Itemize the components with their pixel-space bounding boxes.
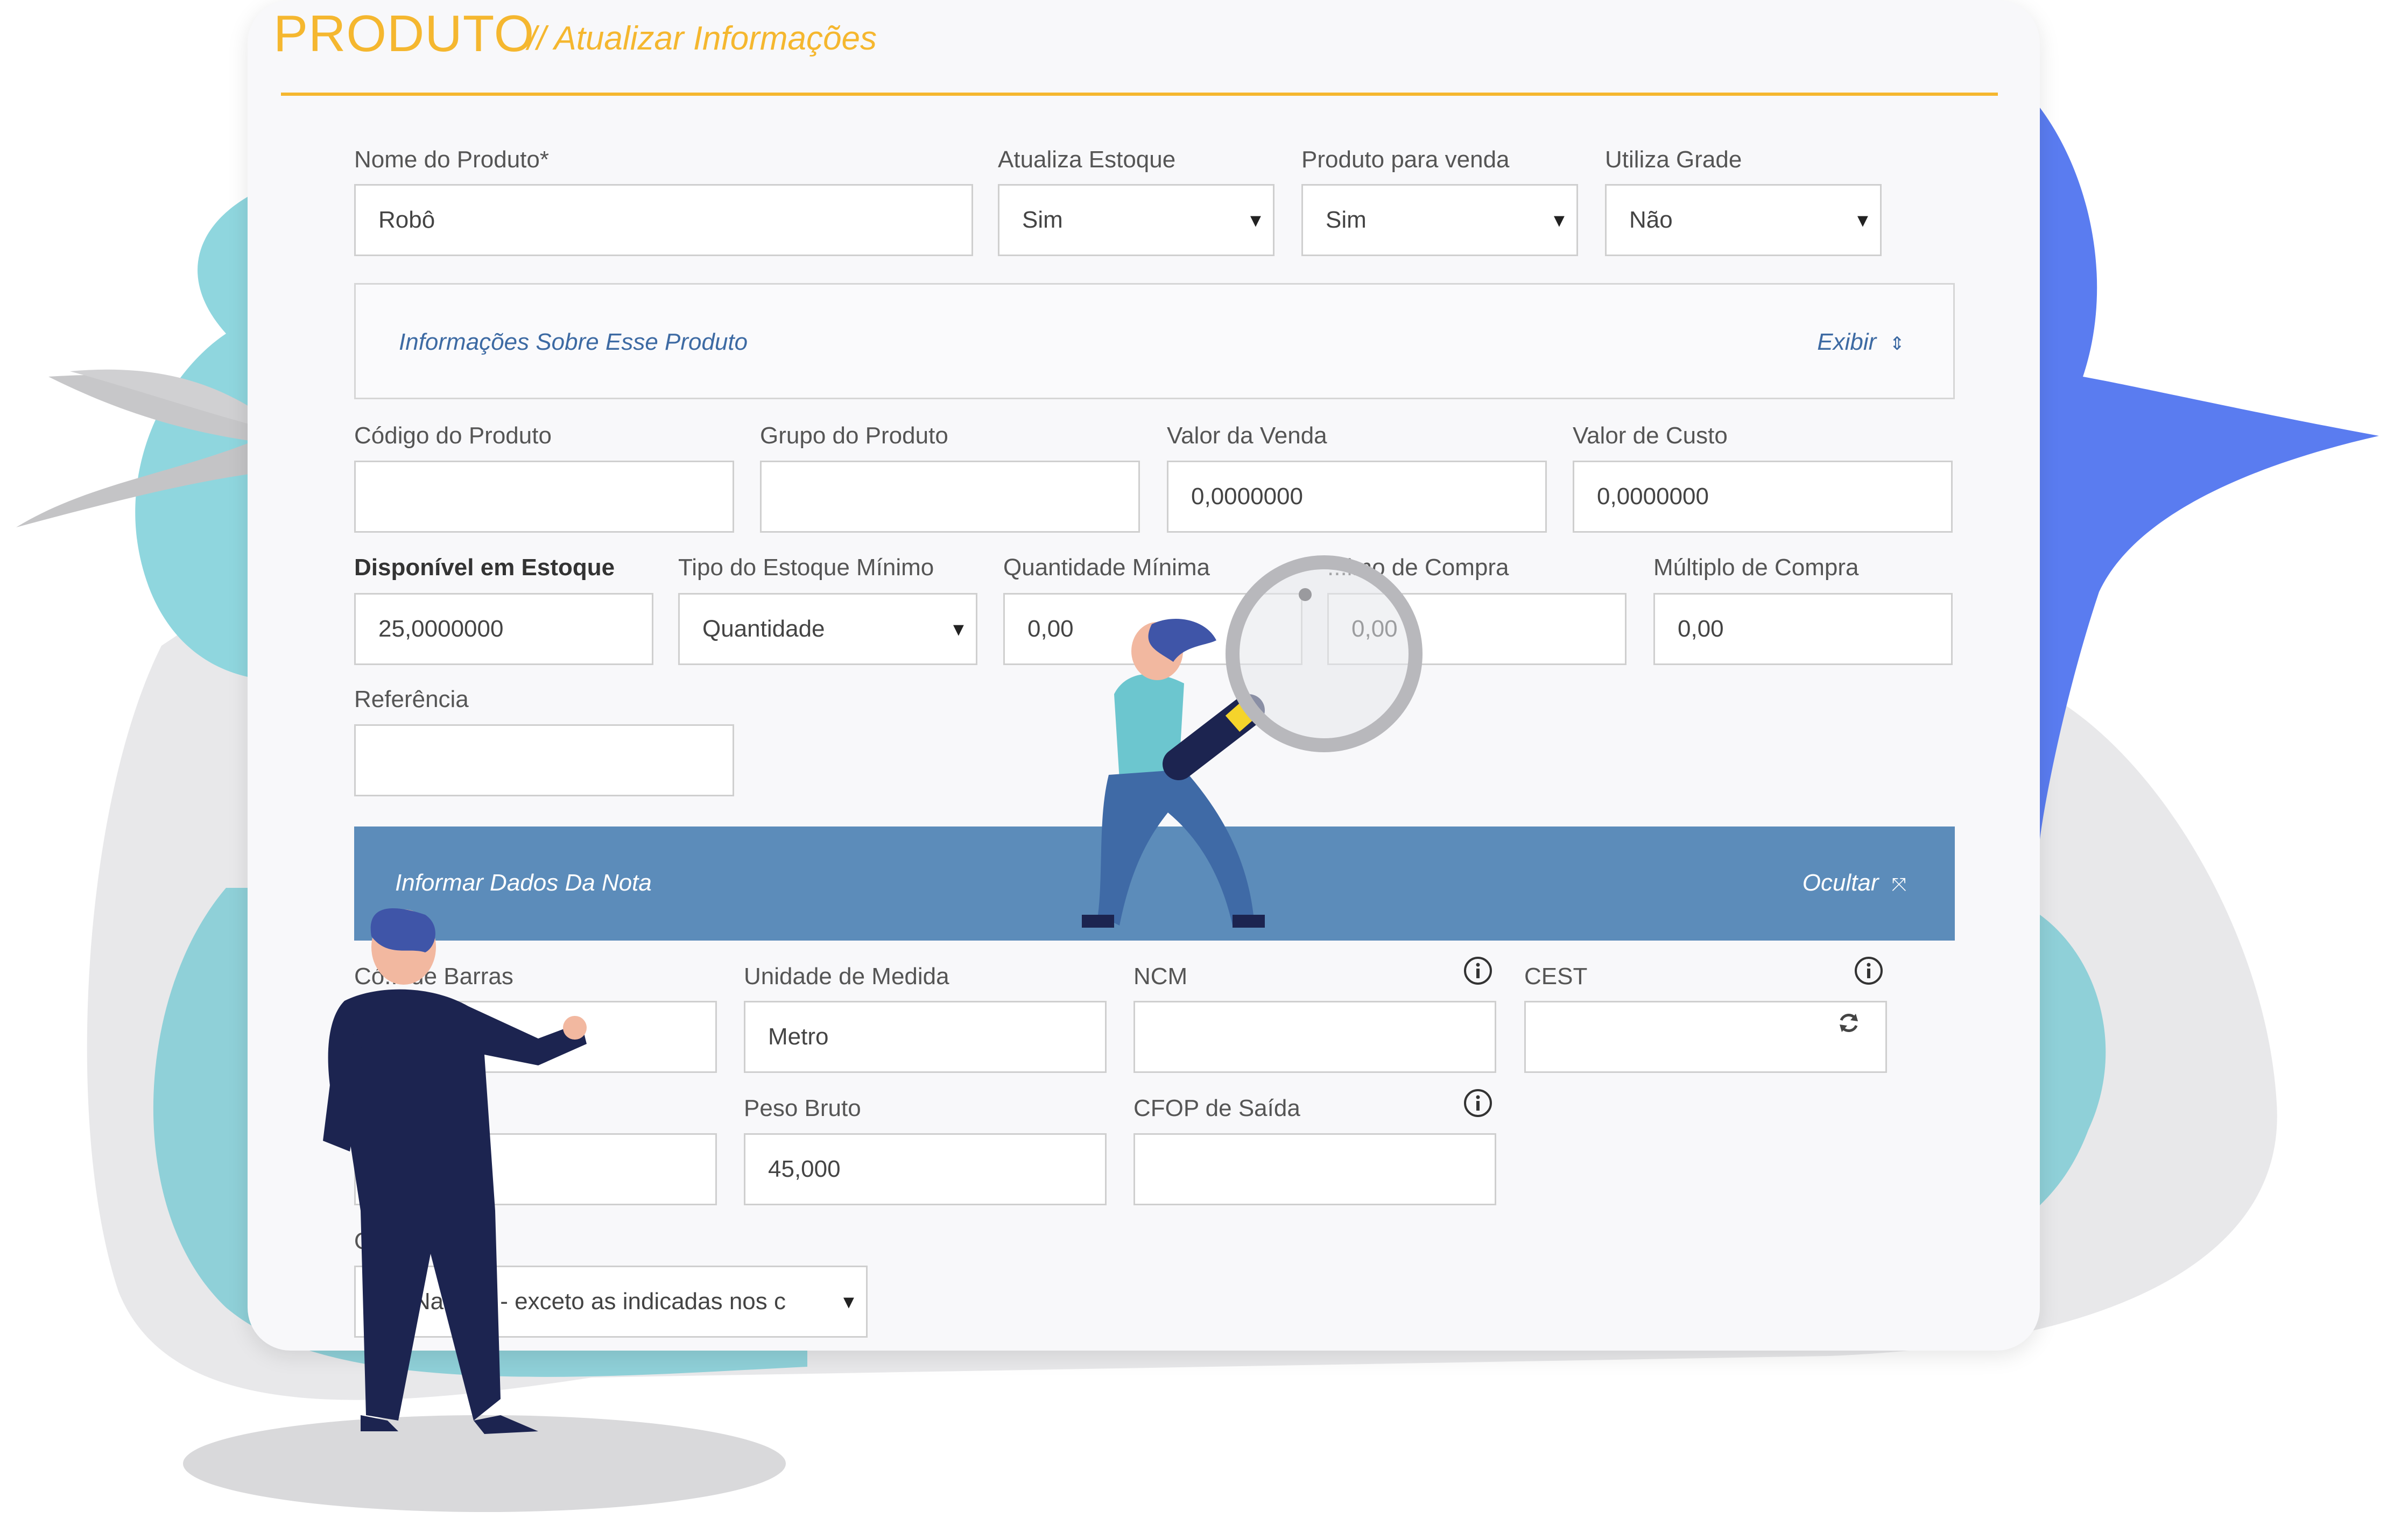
origem-label: O...em bbox=[354, 1228, 426, 1254]
cest-info-icon[interactable] bbox=[1854, 956, 1884, 986]
quantidade-minima-input[interactable]: 0,00 bbox=[1003, 593, 1302, 665]
codigo-barras-label: Có... de Barras bbox=[354, 963, 513, 990]
peso-bruto-label: Peso Bruto bbox=[744, 1095, 861, 1121]
cest-input[interactable] bbox=[1524, 1001, 1887, 1073]
ncm-input[interactable] bbox=[1133, 1001, 1496, 1073]
peso-liquido-label: ...do bbox=[354, 1095, 400, 1121]
codigo-produto-input[interactable] bbox=[354, 461, 734, 533]
product-form-card: PRODUTO // Atualizar Informações Nome do… bbox=[248, 0, 2040, 1351]
utiliza-grade-label: Utiliza Grade bbox=[1605, 146, 1742, 173]
collapse-label: Ocultar bbox=[1802, 870, 1879, 896]
nota-panel-title: Informar Dados Da Nota bbox=[395, 870, 652, 896]
utiliza-grade-select[interactable]: Não bbox=[1605, 184, 1882, 256]
nome-produto-label: Nome do Produto* bbox=[354, 146, 549, 173]
unidade-medida-label: Unidade de Medida bbox=[744, 963, 949, 990]
unidade-medida-input[interactable]: Metro bbox=[744, 1001, 1107, 1073]
multiplo-compra-label: Múltiplo de Compra bbox=[1653, 554, 1859, 581]
atualiza-estoque-select[interactable]: Sim bbox=[998, 184, 1275, 256]
nota-panel-header[interactable]: Informar Dados Da Nota Ocultar ⤧ bbox=[354, 826, 1955, 941]
product-info-panel-title: Informações Sobre Esse Produto bbox=[399, 329, 748, 355]
expand-label: Exibir bbox=[1817, 329, 1877, 355]
atualiza-estoque-label: Atualiza Estoque bbox=[998, 146, 1176, 173]
grupo-produto-input[interactable] bbox=[760, 461, 1140, 533]
grupo-produto-label: Grupo do Produto bbox=[760, 422, 948, 449]
origem-select[interactable]: - Nac...al - exceto as indicadas nos c bbox=[354, 1266, 868, 1338]
cfop-saida-input[interactable] bbox=[1133, 1133, 1496, 1205]
codigo-produto-label: Código do Produto bbox=[354, 422, 552, 449]
tipo-estoque-minimo-select[interactable]: Quantidade bbox=[678, 593, 977, 665]
valor-venda-input[interactable]: 0,0000000 bbox=[1167, 461, 1547, 533]
cest-label: CEST bbox=[1524, 963, 1588, 990]
codigo-barras-input[interactable] bbox=[354, 1001, 717, 1073]
referencia-label: Referência bbox=[354, 686, 469, 712]
minimo-compra-label: ...imo de Compra bbox=[1327, 554, 1509, 581]
valor-custo-label: Valor de Custo bbox=[1573, 422, 1728, 449]
cfop-info-icon[interactable] bbox=[1463, 1088, 1493, 1118]
peso-bruto-input[interactable]: 45,000 bbox=[744, 1133, 1107, 1205]
nome-produto-input[interactable]: Robô bbox=[354, 184, 973, 256]
valor-venda-label: Valor da Venda bbox=[1167, 422, 1327, 449]
disponivel-estoque-input[interactable]: 25,0000000 bbox=[354, 593, 653, 665]
refresh-icon[interactable] bbox=[1836, 1011, 1861, 1035]
ncm-info-icon[interactable] bbox=[1463, 956, 1493, 986]
ncm-label: NCM bbox=[1133, 963, 1188, 990]
produto-venda-select[interactable]: Sim bbox=[1301, 184, 1578, 256]
peso-liquido-input[interactable] bbox=[354, 1133, 717, 1205]
referencia-input[interactable] bbox=[354, 724, 734, 796]
product-info-panel[interactable]: Informações Sobre Esse Produto Exibir ⇕ bbox=[354, 283, 1955, 399]
produto-venda-label: Produto para venda bbox=[1301, 146, 1510, 173]
chevron-collapse-icon: ⤧ bbox=[1891, 874, 1906, 895]
nota-collapse-button[interactable]: Ocultar ⤧ bbox=[1802, 870, 1906, 896]
minimo-compra-input[interactable]: 0,00 bbox=[1327, 593, 1626, 665]
valor-custo-input[interactable]: 0,0000000 bbox=[1573, 461, 1953, 533]
disponivel-estoque-label: Disponível em Estoque bbox=[354, 554, 615, 581]
cfop-saida-label: CFOP de Saída bbox=[1133, 1095, 1300, 1121]
product-info-expand-button[interactable]: Exibir ⇕ bbox=[1817, 329, 1905, 356]
tipo-estoque-minimo-label: Tipo do Estoque Mínimo bbox=[678, 554, 934, 581]
chevron-up-down-icon: ⇕ bbox=[1889, 334, 1905, 354]
quantidade-minima-label: Quantidade Mínima bbox=[1003, 554, 1210, 581]
form-body: Nome do Produto* Robô Atualiza Estoque S… bbox=[248, 0, 2040, 1351]
multiplo-compra-input[interactable]: 0,00 bbox=[1653, 593, 1953, 665]
